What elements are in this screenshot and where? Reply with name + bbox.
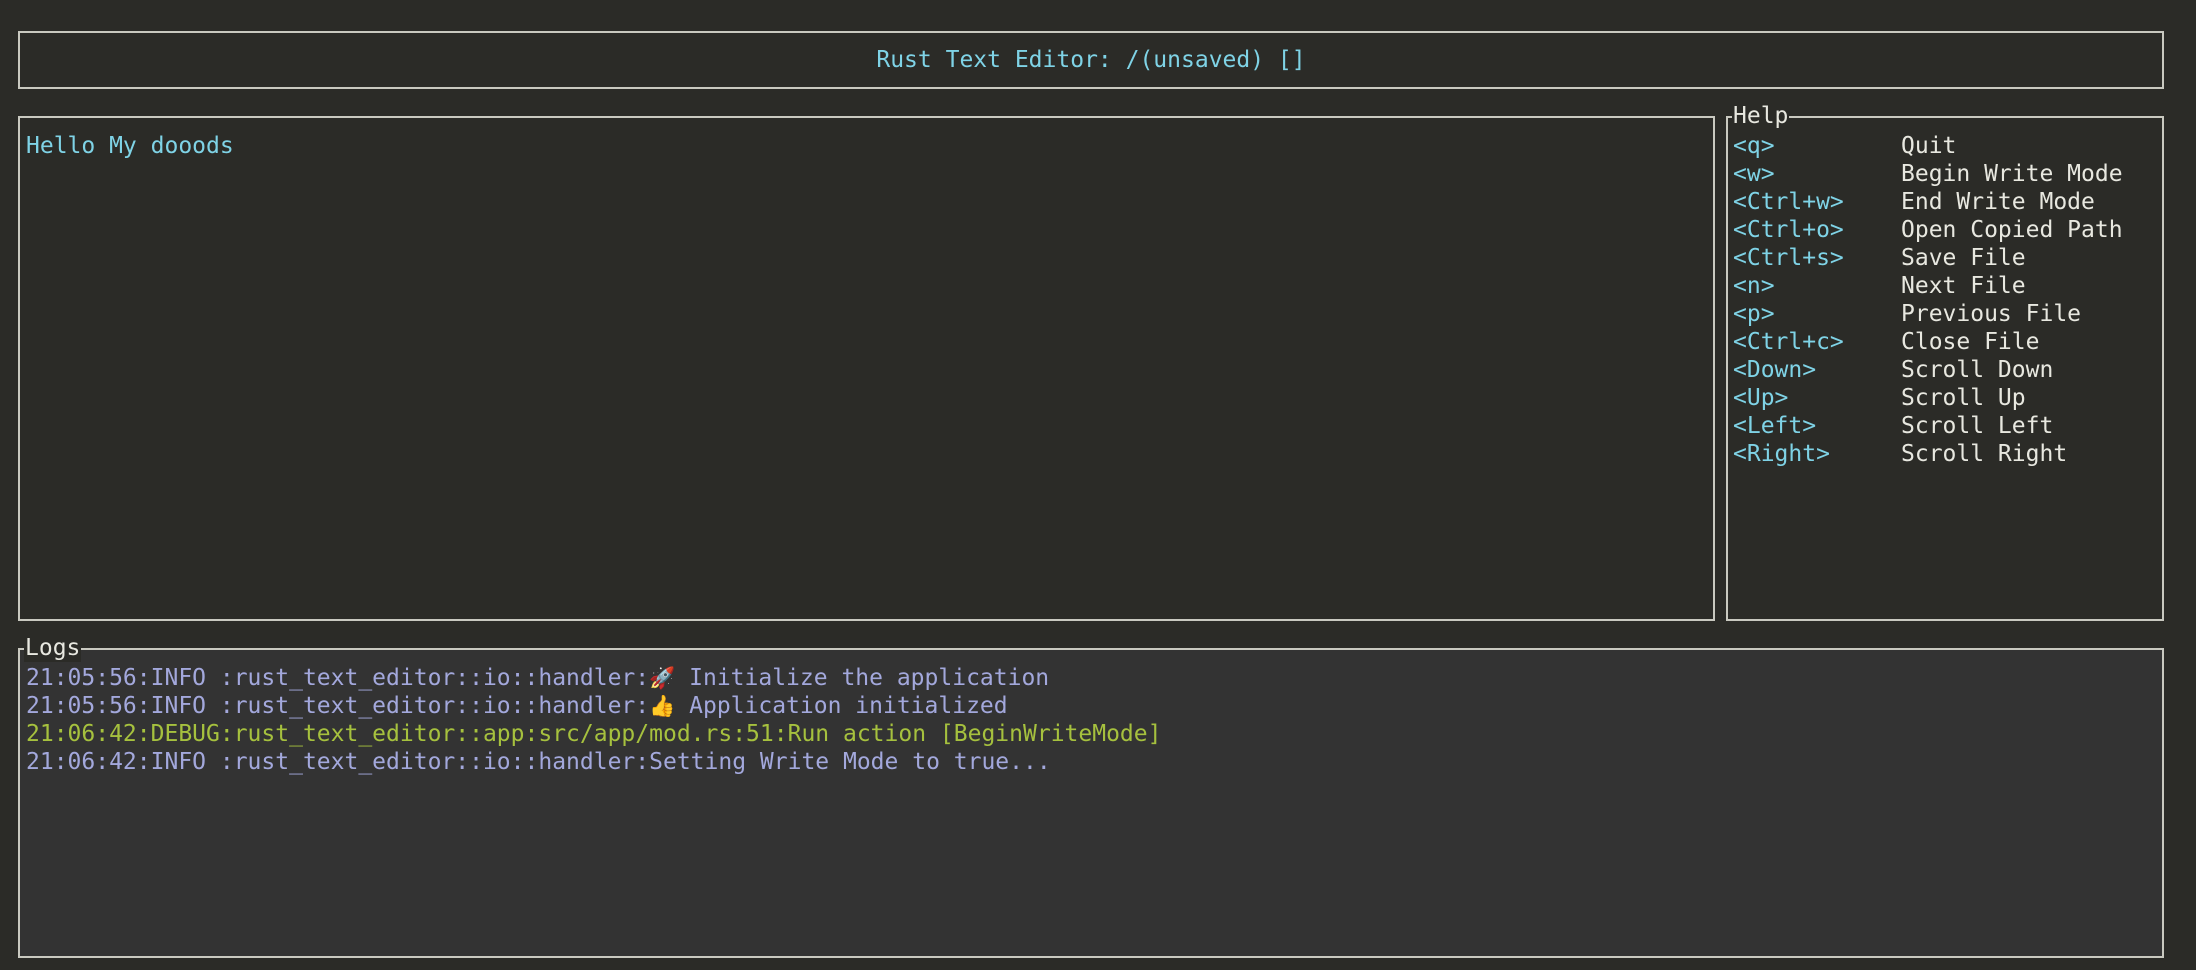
help-item-previous-file: <p> Previous File — [1733, 300, 2158, 328]
help-item-open-copied-path: <Ctrl+o> Open Copied Path — [1733, 216, 2158, 244]
help-key: <Left> — [1733, 413, 1817, 439]
help-key: <Right> — [1733, 441, 1830, 467]
app-title: Rust Text Editor: /(unsaved) [] — [876, 47, 1306, 73]
log-prefix: 21:05:56:INFO :rust_text_editor::io::han… — [26, 665, 650, 691]
log-list[interactable]: 21:05:56:INFO :rust_text_editor::io::han… — [26, 664, 2156, 776]
help-item-begin-write-mode: <w> Begin Write Mode — [1733, 160, 2158, 188]
log-prefix: 21:05:56:INFO :rust_text_editor::io::han… — [26, 693, 650, 719]
help-action: End Write Mode — [1901, 189, 2095, 215]
log-entry: 21:06:42:INFO :rust_text_editor::io::han… — [26, 748, 2156, 776]
help-item-scroll-up: <Up> Scroll Up — [1733, 384, 2158, 412]
help-key: <Up> — [1733, 385, 1789, 411]
help-item-scroll-down: <Down> Scroll Down — [1733, 356, 2158, 384]
help-item-end-write-mode: <Ctrl+w> End Write Mode — [1733, 188, 2158, 216]
thumbs-up-icon: 👍 — [649, 694, 676, 718]
help-item-next-file: <n> Next File — [1733, 272, 2158, 300]
help-key: <w> — [1733, 161, 1775, 187]
log-message: Application initialized — [675, 693, 1008, 719]
help-action: Scroll Down — [1901, 357, 2054, 383]
help-key: <Ctrl+s> — [1733, 245, 1844, 271]
help-item-save-file: <Ctrl+s> Save File — [1733, 244, 2158, 272]
help-item-close-file: <Ctrl+c> Close File — [1733, 328, 2158, 356]
help-action: Scroll Right — [1901, 441, 2068, 467]
help-list: <q> Quit <w> Begin Write Mode <Ctrl+w> E… — [1733, 132, 2158, 468]
help-action: Next File — [1901, 273, 2026, 299]
help-key: <q> — [1733, 133, 1775, 159]
log-prefix: 21:06:42:DEBUG:rust_text_editor::app:src… — [26, 721, 1162, 747]
logs-title: Logs — [24, 634, 82, 662]
help-action: Quit — [1901, 133, 1957, 159]
help-action: Open Copied Path — [1901, 217, 2123, 243]
help-item-scroll-right: <Right> Scroll Right — [1733, 440, 2158, 468]
help-key: <Ctrl+w> — [1733, 189, 1844, 215]
logs-pane[interactable]: Logs 21:05:56:INFO :rust_text_editor::io… — [18, 634, 2164, 958]
help-key: <Ctrl+c> — [1733, 329, 1844, 355]
log-entry: 21:06:42:DEBUG:rust_text_editor::app:src… — [26, 720, 2156, 748]
help-action: Save File — [1901, 245, 2026, 271]
editor-line[interactable]: Hello My dooods — [26, 132, 1707, 160]
title-bar: Rust Text Editor: /(unsaved) [] — [18, 31, 2164, 89]
help-title: Help — [1732, 102, 1790, 130]
editor-pane[interactable]: Hello My dooods — [18, 116, 1715, 621]
help-action: Scroll Left — [1901, 413, 2054, 439]
log-entry: 21:05:56:INFO :rust_text_editor::io::han… — [26, 664, 2156, 692]
editor-text-area[interactable]: Hello My dooods — [26, 132, 1707, 160]
log-message: Initialize the application — [675, 665, 1050, 691]
help-pane: Help <q> Quit <w> Begin Write Mode <Ctrl… — [1726, 102, 2164, 621]
help-item-quit: <q> Quit — [1733, 132, 2158, 160]
help-key: <n> — [1733, 273, 1775, 299]
log-prefix: 21:06:42:INFO :rust_text_editor::io::han… — [26, 749, 1051, 775]
help-key: <Down> — [1733, 357, 1817, 383]
help-key: <Ctrl+o> — [1733, 217, 1844, 243]
help-action: Previous File — [1901, 301, 2082, 327]
help-item-scroll-left: <Left> Scroll Left — [1733, 412, 2158, 440]
log-entry: 21:05:56:INFO :rust_text_editor::io::han… — [26, 692, 2156, 720]
help-action: Scroll Up — [1901, 385, 2026, 411]
rocket-icon: 🚀 — [649, 666, 676, 690]
help-key: <p> — [1733, 301, 1775, 327]
help-action: Begin Write Mode — [1901, 161, 2123, 187]
help-action: Close File — [1901, 329, 2040, 355]
